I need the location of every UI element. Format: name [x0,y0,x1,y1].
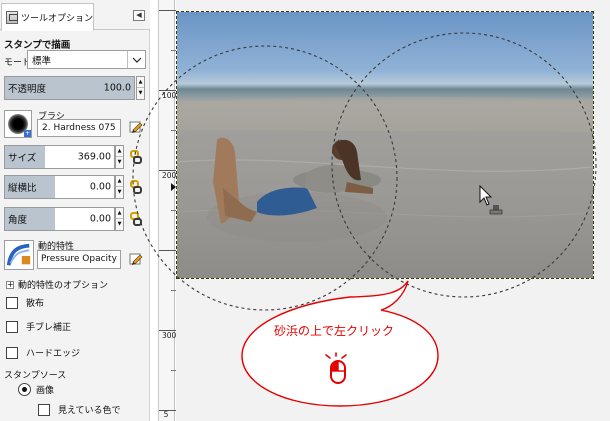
tool-options-panel: ツールオプション ◀ スタンプで描画 モード: 標準 不透明度 100.0 ▲ ▼… [0,0,150,421]
size-slider[interactable]: サイズ 369.00 [4,145,115,169]
mode-value: 標準 [32,55,52,67]
dropdown-arrow-icon [127,51,145,68]
checkbox-label: 手ブレ補正 [26,323,72,333]
ruler-label: 100 [162,91,177,100]
checkbox-scatter[interactable]: 散布 [6,296,44,309]
checkbox-label: ハードエッジ [26,349,81,359]
aspect-value: 0.00 [89,181,111,193]
section-title: スタンプで描画 [4,40,71,51]
opacity-label: 不透明度 [8,84,47,95]
radio-source-image[interactable]: 画像 [18,383,54,396]
brush-name-field[interactable]: 2. Hardness 075 [37,119,121,137]
tab-bar: ツールオプション ◀ [0,0,150,31]
source-title: スタンプソース [4,371,67,381]
opacity-value: 100.0 [103,82,131,94]
angle-label: 角度 [8,215,28,226]
angle-value: 0.00 [89,213,111,225]
size-label: サイズ [8,153,37,164]
radio-label: 画像 [36,386,55,396]
dynamics-icon[interactable] [4,240,34,270]
checkbox-hard-edge[interactable]: ハードエッジ [6,346,80,359]
expand-plus-icon: + [6,279,14,289]
mode-select[interactable]: 標準 [27,50,146,69]
chain-link-icon[interactable] [129,212,143,226]
tool-options-icon [6,11,18,24]
vertical-ruler[interactable]: 100 200 300 5 [158,0,177,421]
opacity-spinner[interactable]: ▲ ▼ [136,76,145,100]
chain-link-icon[interactable] [129,150,143,164]
aspect-label: 縦横比 [8,183,37,194]
brush-preview[interactable]: + [4,110,32,138]
checkbox-label: 見えている色で [58,406,121,416]
tab-label: ツールオプション [20,14,93,24]
dynamics-options-label: 動的特性のオプション [18,281,109,291]
tab-tool-options[interactable]: ツールオプション [1,3,94,31]
callout-text: 砂浜の上で左クリック [273,324,394,338]
opacity-slider[interactable]: 不透明度 100.0 [4,76,135,100]
checkbox-smoothing[interactable]: 手ブレ補正 [6,320,71,333]
ruler-label: 5 [163,410,169,419]
chain-link-icon[interactable] [129,180,143,194]
brush-add-icon: + [24,130,31,137]
angle-slider[interactable]: 角度 0.00 [4,207,115,231]
aspect-slider[interactable]: 縦横比 0.00 [4,175,115,199]
size-spinner[interactable]: ▲ ▼ [115,145,124,169]
checkbox-box [6,296,18,309]
ruler-label: 300 [162,331,177,340]
dynamics-name-field[interactable]: Pressure Opacity [37,250,121,269]
beach-scene [177,96,593,242]
checkbox-box [6,320,18,333]
panel-menu-icon[interactable]: ◀ [133,10,145,21]
ruler-label: 200 [162,171,177,180]
edit-pencil-icon[interactable] [129,120,143,134]
checkbox-label: 散布 [26,299,45,309]
angle-spinner[interactable]: ▲ ▼ [115,207,124,231]
checkbox-box [38,403,50,416]
edit-pencil-icon[interactable] [129,252,143,266]
aspect-spinner[interactable]: ▲ ▼ [115,175,124,199]
checkbox-sample-merged[interactable]: 見えている色で [38,403,121,416]
radio-button [18,383,31,396]
checkbox-box [6,346,18,359]
beach-photo[interactable] [177,12,593,278]
size-value: 369.00 [77,151,111,163]
dynamics-options-expander[interactable]: + 動的特性のオプション [6,278,108,291]
ruler-ticks [159,10,176,411]
